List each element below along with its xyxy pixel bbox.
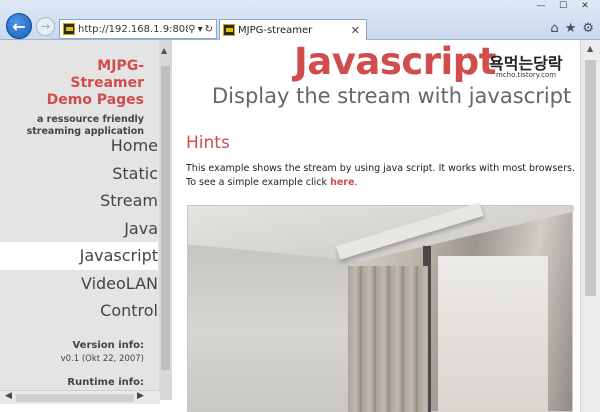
browser-toolbar: ⌂ ★ ⚙	[550, 21, 594, 36]
page-subtitle: Display the stream with javascript	[212, 84, 572, 108]
address-tools: ⚲ ▾ ↻	[188, 24, 216, 35]
dropdown-icon[interactable]: ▾	[198, 24, 203, 35]
version-info-text: v0.1 (Okt 22, 2007)	[60, 354, 144, 364]
search-icon[interactable]: ⚲	[188, 24, 195, 35]
home-icon[interactable]: ⌂	[550, 21, 558, 36]
site-favicon-icon	[63, 23, 75, 35]
window-controls: — ☐ ✕	[530, 0, 596, 12]
tab-title: MJPG-streamer	[238, 24, 313, 36]
main-content: Javascript 욕먹는당락 mcho.tistory.com Displa…	[172, 40, 580, 412]
address-bar[interactable]: http://192.168.1.9:8085 ⚲ ▾ ↻	[59, 19, 217, 39]
sidebar-horizontal-scrollbar[interactable]: ◀ ▶	[0, 390, 160, 404]
back-arrow-icon: ←	[12, 16, 26, 36]
gear-icon[interactable]: ⚙	[582, 21, 594, 36]
address-text[interactable]: http://192.168.1.9:8085	[78, 24, 188, 35]
nav-item-home[interactable]: Home	[0, 132, 158, 160]
page-scroll-up-icon[interactable]: ▲	[587, 44, 593, 53]
brand-name: MJPG-Streamer Demo Pages	[46, 58, 144, 108]
description-line-2: To see a simple example click here.	[186, 177, 358, 188]
horizontal-scroll-thumb[interactable]	[16, 394, 134, 402]
close-window-button[interactable]: ✕	[574, 0, 596, 12]
stream-window	[438, 256, 548, 412]
runtime-info-title: Runtime info:	[67, 377, 144, 388]
version-info-title: Version info:	[72, 340, 144, 351]
example-link[interactable]: here	[330, 177, 354, 188]
tab-favicon-icon	[223, 24, 235, 36]
stream-curtain	[348, 266, 428, 412]
nav-item-control[interactable]: Control	[0, 297, 158, 325]
star-icon[interactable]: ★	[565, 21, 577, 36]
nav-item-javascript[interactable]: Javascript	[0, 242, 158, 270]
watermark-url: mcho.tistory.com	[496, 71, 557, 79]
description-line-1: This example shows the stream by using j…	[186, 163, 575, 174]
description: This example shows the stream by using j…	[186, 162, 580, 190]
sidebar-scrollbar[interactable]: ▲	[159, 40, 172, 400]
sidebar-scroll-thumb[interactable]	[161, 66, 170, 370]
tab-close-icon[interactable]: ✕	[351, 24, 360, 37]
page-scroll-thumb[interactable]	[585, 60, 596, 296]
page-title: Javascript	[294, 40, 496, 83]
nav-item-stream[interactable]: Stream	[0, 187, 158, 215]
page-scrollbar[interactable]: ▲	[580, 40, 600, 412]
brand: MJPG-Streamer Demo Pages a ressource fri…	[24, 58, 144, 138]
scroll-left-icon[interactable]: ◀	[5, 391, 12, 401]
nav-item-static[interactable]: Static	[0, 160, 158, 188]
nav-menu: Home Static Stream Java Javascript Video…	[0, 132, 158, 325]
minimize-button[interactable]: —	[530, 0, 552, 12]
maximize-button[interactable]: ☐	[552, 0, 574, 12]
section-heading: Hints	[186, 133, 230, 153]
sidebar: MJPG-Streamer Demo Pages a ressource fri…	[0, 40, 172, 404]
video-stream	[187, 202, 574, 412]
forward-button[interactable]: →	[36, 17, 55, 36]
scroll-up-icon[interactable]: ▲	[161, 46, 167, 55]
back-button[interactable]: ←	[6, 13, 32, 39]
nav-item-videolan[interactable]: VideoLAN	[0, 270, 158, 298]
web-page: MJPG-Streamer Demo Pages a ressource fri…	[0, 40, 600, 412]
forward-arrow-icon: →	[40, 20, 51, 33]
scroll-right-icon[interactable]: ▶	[137, 391, 144, 401]
tab-mjpg-streamer[interactable]: MJPG-streamer ✕	[219, 19, 367, 40]
refresh-icon[interactable]: ↻	[205, 24, 213, 35]
browser-chrome: — ☐ ✕ ← → http://192.168.1.9:8085 ⚲ ▾ ↻ …	[0, 0, 600, 40]
nav-item-java[interactable]: Java	[0, 215, 158, 243]
